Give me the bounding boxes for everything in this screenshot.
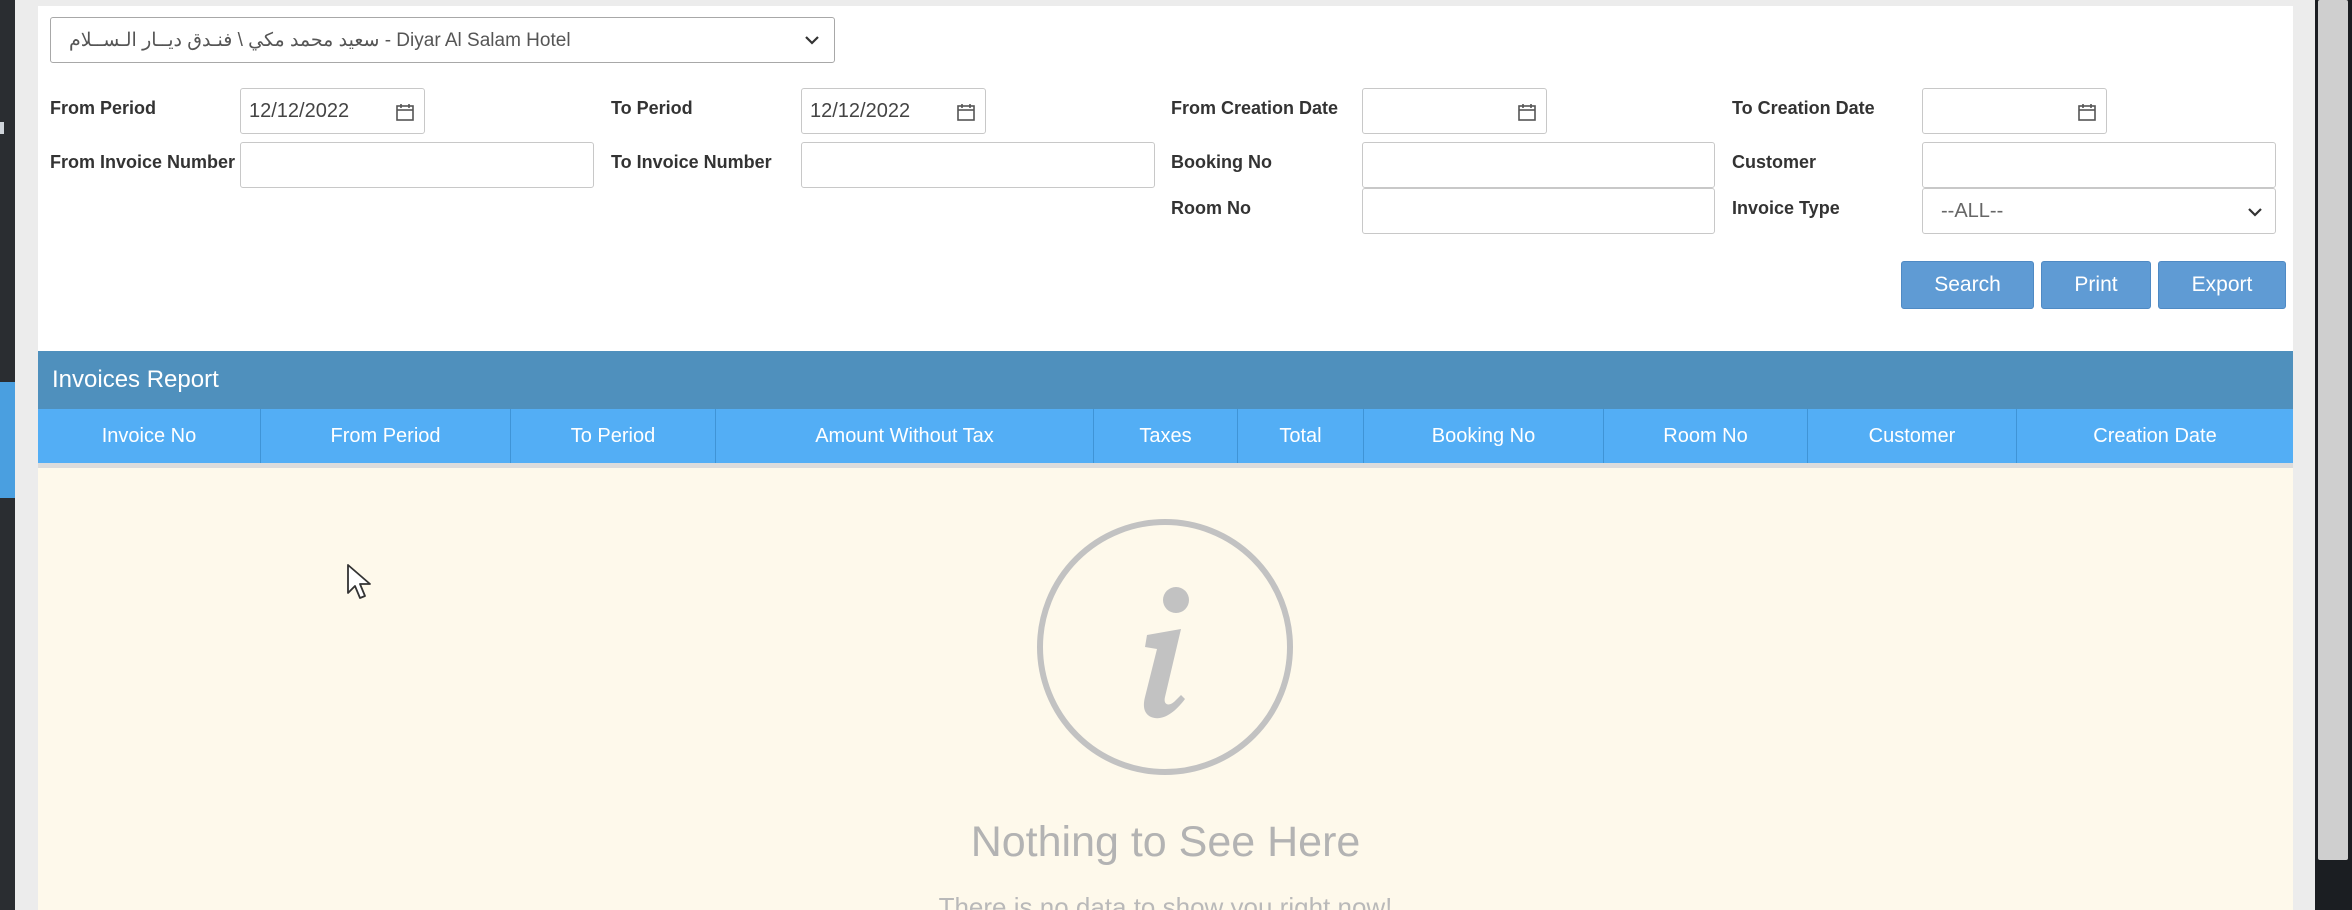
column-header[interactable]: To Period: [511, 409, 716, 463]
hotel-select[interactable]: سعيد محمد مكي \ فنـدق ديــار الـســلام -…: [50, 17, 835, 63]
column-header[interactable]: Taxes: [1094, 409, 1238, 463]
to-period-label: To Period: [611, 98, 693, 118]
column-header[interactable]: Booking No: [1364, 409, 1604, 463]
column-header[interactable]: Amount Without Tax: [716, 409, 1094, 463]
calendar-icon[interactable]: [956, 102, 976, 122]
to-invoice-number-label: To Invoice Number: [611, 152, 772, 172]
from-period-label: From Period: [50, 98, 157, 118]
invoice-type-value: --ALL--: [1941, 199, 2004, 222]
app-window: سعيد محمد مكي \ فنـدق ديــار الـســلام -…: [0, 0, 2352, 910]
scrollbar-thumb[interactable]: [2318, 0, 2348, 860]
from-creation-date-input[interactable]: [1362, 88, 1547, 134]
info-icon: [1037, 519, 1293, 775]
column-header[interactable]: Customer: [1808, 409, 2017, 463]
export-button[interactable]: Export: [2158, 261, 2286, 309]
sidebar-glyph: [0, 122, 4, 134]
table-header-row: Invoice No From Period To Period Amount …: [38, 409, 2293, 463]
from-period-input[interactable]: 12/12/2022: [240, 88, 425, 134]
report-title-bar: Invoices Report: [38, 351, 2293, 409]
column-header[interactable]: Invoice No: [38, 409, 261, 463]
to-invoice-number-input[interactable]: [801, 142, 1155, 188]
calendar-icon[interactable]: [395, 102, 415, 122]
calendar-icon[interactable]: [1517, 102, 1537, 122]
left-sidebar: [0, 0, 15, 910]
search-button[interactable]: Search: [1901, 261, 2034, 309]
chevron-down-icon: [805, 36, 819, 45]
empty-state-subtitle: There is no data to show you right now!: [938, 892, 1393, 910]
from-creation-date-label: From Creation Date: [1171, 98, 1339, 118]
panel-gutter: [2293, 0, 2315, 910]
column-header[interactable]: Room No: [1604, 409, 1808, 463]
customer-input[interactable]: [1922, 142, 2276, 188]
print-button[interactable]: Print: [2041, 261, 2151, 309]
hotel-select-value: سعيد محمد مكي \ فنـدق ديــار الـســلام -…: [69, 29, 571, 51]
from-invoice-number-label: From Invoice Number: [50, 152, 236, 172]
to-period-input[interactable]: 12/12/2022: [801, 88, 986, 134]
invoice-type-label: Invoice Type: [1732, 198, 1840, 218]
calendar-icon[interactable]: [2077, 102, 2097, 122]
from-invoice-number-input[interactable]: [240, 142, 594, 188]
to-creation-date-label: To Creation Date: [1732, 98, 1875, 118]
sidebar-active-item[interactable]: [0, 382, 15, 498]
room-no-input[interactable]: [1362, 188, 1715, 234]
customer-label: Customer: [1732, 152, 1817, 172]
column-header[interactable]: Creation Date: [2017, 409, 2293, 463]
booking-no-label: Booking No: [1171, 152, 1272, 172]
report-title: Invoices Report: [52, 366, 219, 393]
mouse-cursor-icon: [347, 564, 371, 599]
chevron-down-icon: [2248, 208, 2262, 217]
invoice-type-select[interactable]: --ALL--: [1922, 188, 2276, 234]
empty-state-title: Nothing to See Here: [970, 818, 1361, 866]
to-creation-date-input[interactable]: [1922, 88, 2107, 134]
from-period-value: 12/12/2022: [249, 99, 350, 122]
booking-no-input[interactable]: [1362, 142, 1715, 188]
room-no-label: Room No: [1171, 198, 1251, 218]
to-period-value: 12/12/2022: [810, 99, 911, 122]
column-header[interactable]: From Period: [261, 409, 511, 463]
column-header[interactable]: Total: [1238, 409, 1364, 463]
